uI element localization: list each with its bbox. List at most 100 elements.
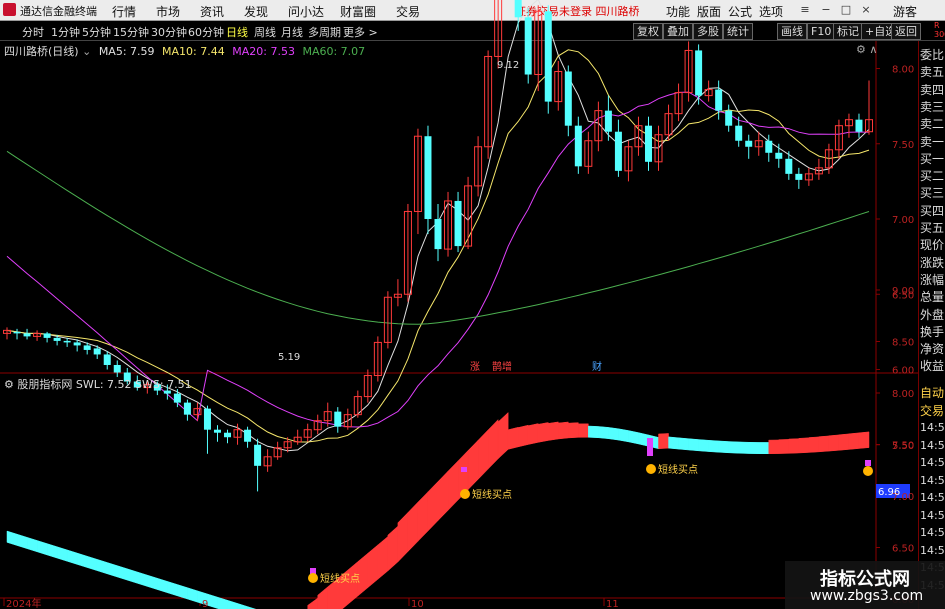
indicator-band-segment (36, 540, 48, 556)
indicator-band-segment (227, 599, 238, 609)
indicator-band-segment (16, 533, 28, 549)
indicator-band-segment (127, 568, 138, 584)
indicator-band-segment (407, 501, 419, 553)
sidebar-auto-trade[interactable]: 交易 (920, 404, 945, 418)
candle-down (735, 125, 743, 141)
candle-down (43, 333, 51, 338)
sidebar-time: 14:56 (920, 473, 945, 487)
indicator-band-segment (728, 441, 739, 454)
sidebar-label: 收益 (920, 359, 945, 374)
y-tick-label: 7.00 (892, 215, 914, 226)
candle-down (254, 444, 262, 466)
signal-bar (647, 438, 653, 456)
candle-down (604, 110, 612, 132)
indicator-band-segment (828, 434, 840, 452)
sidebar-time: 14:56 (920, 508, 945, 522)
indicator-band-segment (377, 535, 389, 580)
dropdown-icon[interactable]: ⌄ (82, 45, 91, 58)
sidebar-time: 14:56 (920, 438, 945, 452)
ma5-label: MA5: 7.59 (98, 45, 155, 58)
signal-bar (865, 460, 871, 466)
indicator-band-segment (548, 421, 559, 441)
sidebar-label: 涨幅 (920, 272, 945, 287)
buy-signal-label: 短线买点 (658, 463, 698, 476)
indicator-band-segment (6, 530, 18, 546)
indicator-band-segment (467, 439, 479, 491)
sidebar-label: 总量 (920, 290, 945, 305)
indicator-band-segment (397, 511, 409, 563)
candle-down (795, 173, 803, 180)
sidebar-label: 买一 (920, 151, 945, 166)
indicator-band-segment (437, 470, 449, 522)
indicator-band-segment (558, 421, 569, 440)
candle-down (203, 408, 211, 430)
main-chart-header: 四川路桥(日线) ⌄ MA5: 7.59 MA10: 7.44 MA20: 7.… (4, 43, 365, 59)
indicator-band-segment (177, 584, 188, 600)
indicator-band-segment (477, 429, 489, 480)
candle-down (183, 402, 191, 415)
sidebar-label: 卖三 (920, 99, 945, 114)
y-tick-label: 6.00 (892, 366, 914, 377)
candle-down (725, 110, 733, 126)
y-tick-label: 8.00 (892, 389, 914, 400)
candle-down (434, 219, 442, 250)
x-tick-label: 11 (606, 599, 619, 609)
indicator-band-segment (96, 559, 108, 575)
sidebar-label: 净资 (920, 342, 945, 357)
indicator-band-segment (317, 586, 328, 609)
buy-signal-icon (308, 573, 318, 583)
sidebar-time: 14:56 (920, 456, 945, 469)
candle-down (103, 354, 111, 365)
candle-down (224, 432, 232, 438)
sidebar-time: 14:56 (920, 543, 945, 557)
low-price-label: 5.19 (278, 352, 300, 363)
buy-signal-icon (460, 489, 470, 499)
candle-down (785, 158, 793, 174)
indicator-band-segment (157, 577, 168, 594)
indicator-band-segment (76, 552, 88, 568)
sidebar-corner: R300 (934, 21, 945, 39)
indicator-band-segment (217, 596, 228, 609)
sidebar-time: 14:56 (920, 526, 945, 539)
buy-signal-icon (646, 464, 656, 474)
candle-down (113, 364, 121, 373)
settings-icon[interactable]: ⚙ (4, 378, 14, 391)
candle-down (775, 152, 783, 159)
indicator-band-segment (367, 544, 379, 589)
sidebar-label: 买五 (920, 221, 945, 235)
indicator-band-segment (778, 439, 790, 454)
kline-chart[interactable]: 9.008.508.007.507.006.506.005.509.008.50… (0, 0, 918, 609)
indicator-band-segment (487, 418, 499, 470)
indicator-band-segment (628, 430, 639, 445)
indicator-band-segment (207, 593, 218, 609)
indicator-band-segment (527, 423, 539, 445)
settings-icon[interactable]: ⚙ (856, 43, 866, 56)
indicator-band-segment (618, 428, 629, 443)
candle-down (173, 393, 181, 403)
indicator-band-segment (668, 436, 679, 450)
candle-down (23, 333, 31, 337)
collapse-icon[interactable]: ∧ (869, 43, 877, 56)
indicator-band-segment (387, 525, 399, 572)
indicator-band-segment (517, 424, 529, 448)
indicator-band-segment (497, 411, 509, 460)
signal-bar (461, 467, 467, 472)
y-tick-label: 9.00 (892, 286, 914, 297)
candle-down (574, 125, 582, 167)
indicator-band-segment (608, 427, 619, 441)
indicator-band-segment (417, 491, 429, 542)
indicator-band-segment (838, 433, 850, 451)
indicator-band-segment (848, 432, 860, 450)
main-chart-title: 四川路桥(日线) (4, 45, 79, 58)
indicator-band-segment (537, 422, 549, 443)
y-tick-label: 7.50 (892, 140, 914, 151)
sidebar-auto-trade[interactable]: 自动 (920, 386, 945, 400)
candle-down (93, 348, 101, 355)
indicator-band-segment (768, 439, 780, 455)
x-tick-label: 9 (202, 599, 208, 609)
event-marker: 涨 (470, 361, 480, 373)
chart-tools: ⚙ ∧ (856, 43, 877, 56)
candle-down (424, 136, 432, 219)
indicator-band-segment (46, 543, 58, 559)
candle-down (334, 411, 342, 427)
